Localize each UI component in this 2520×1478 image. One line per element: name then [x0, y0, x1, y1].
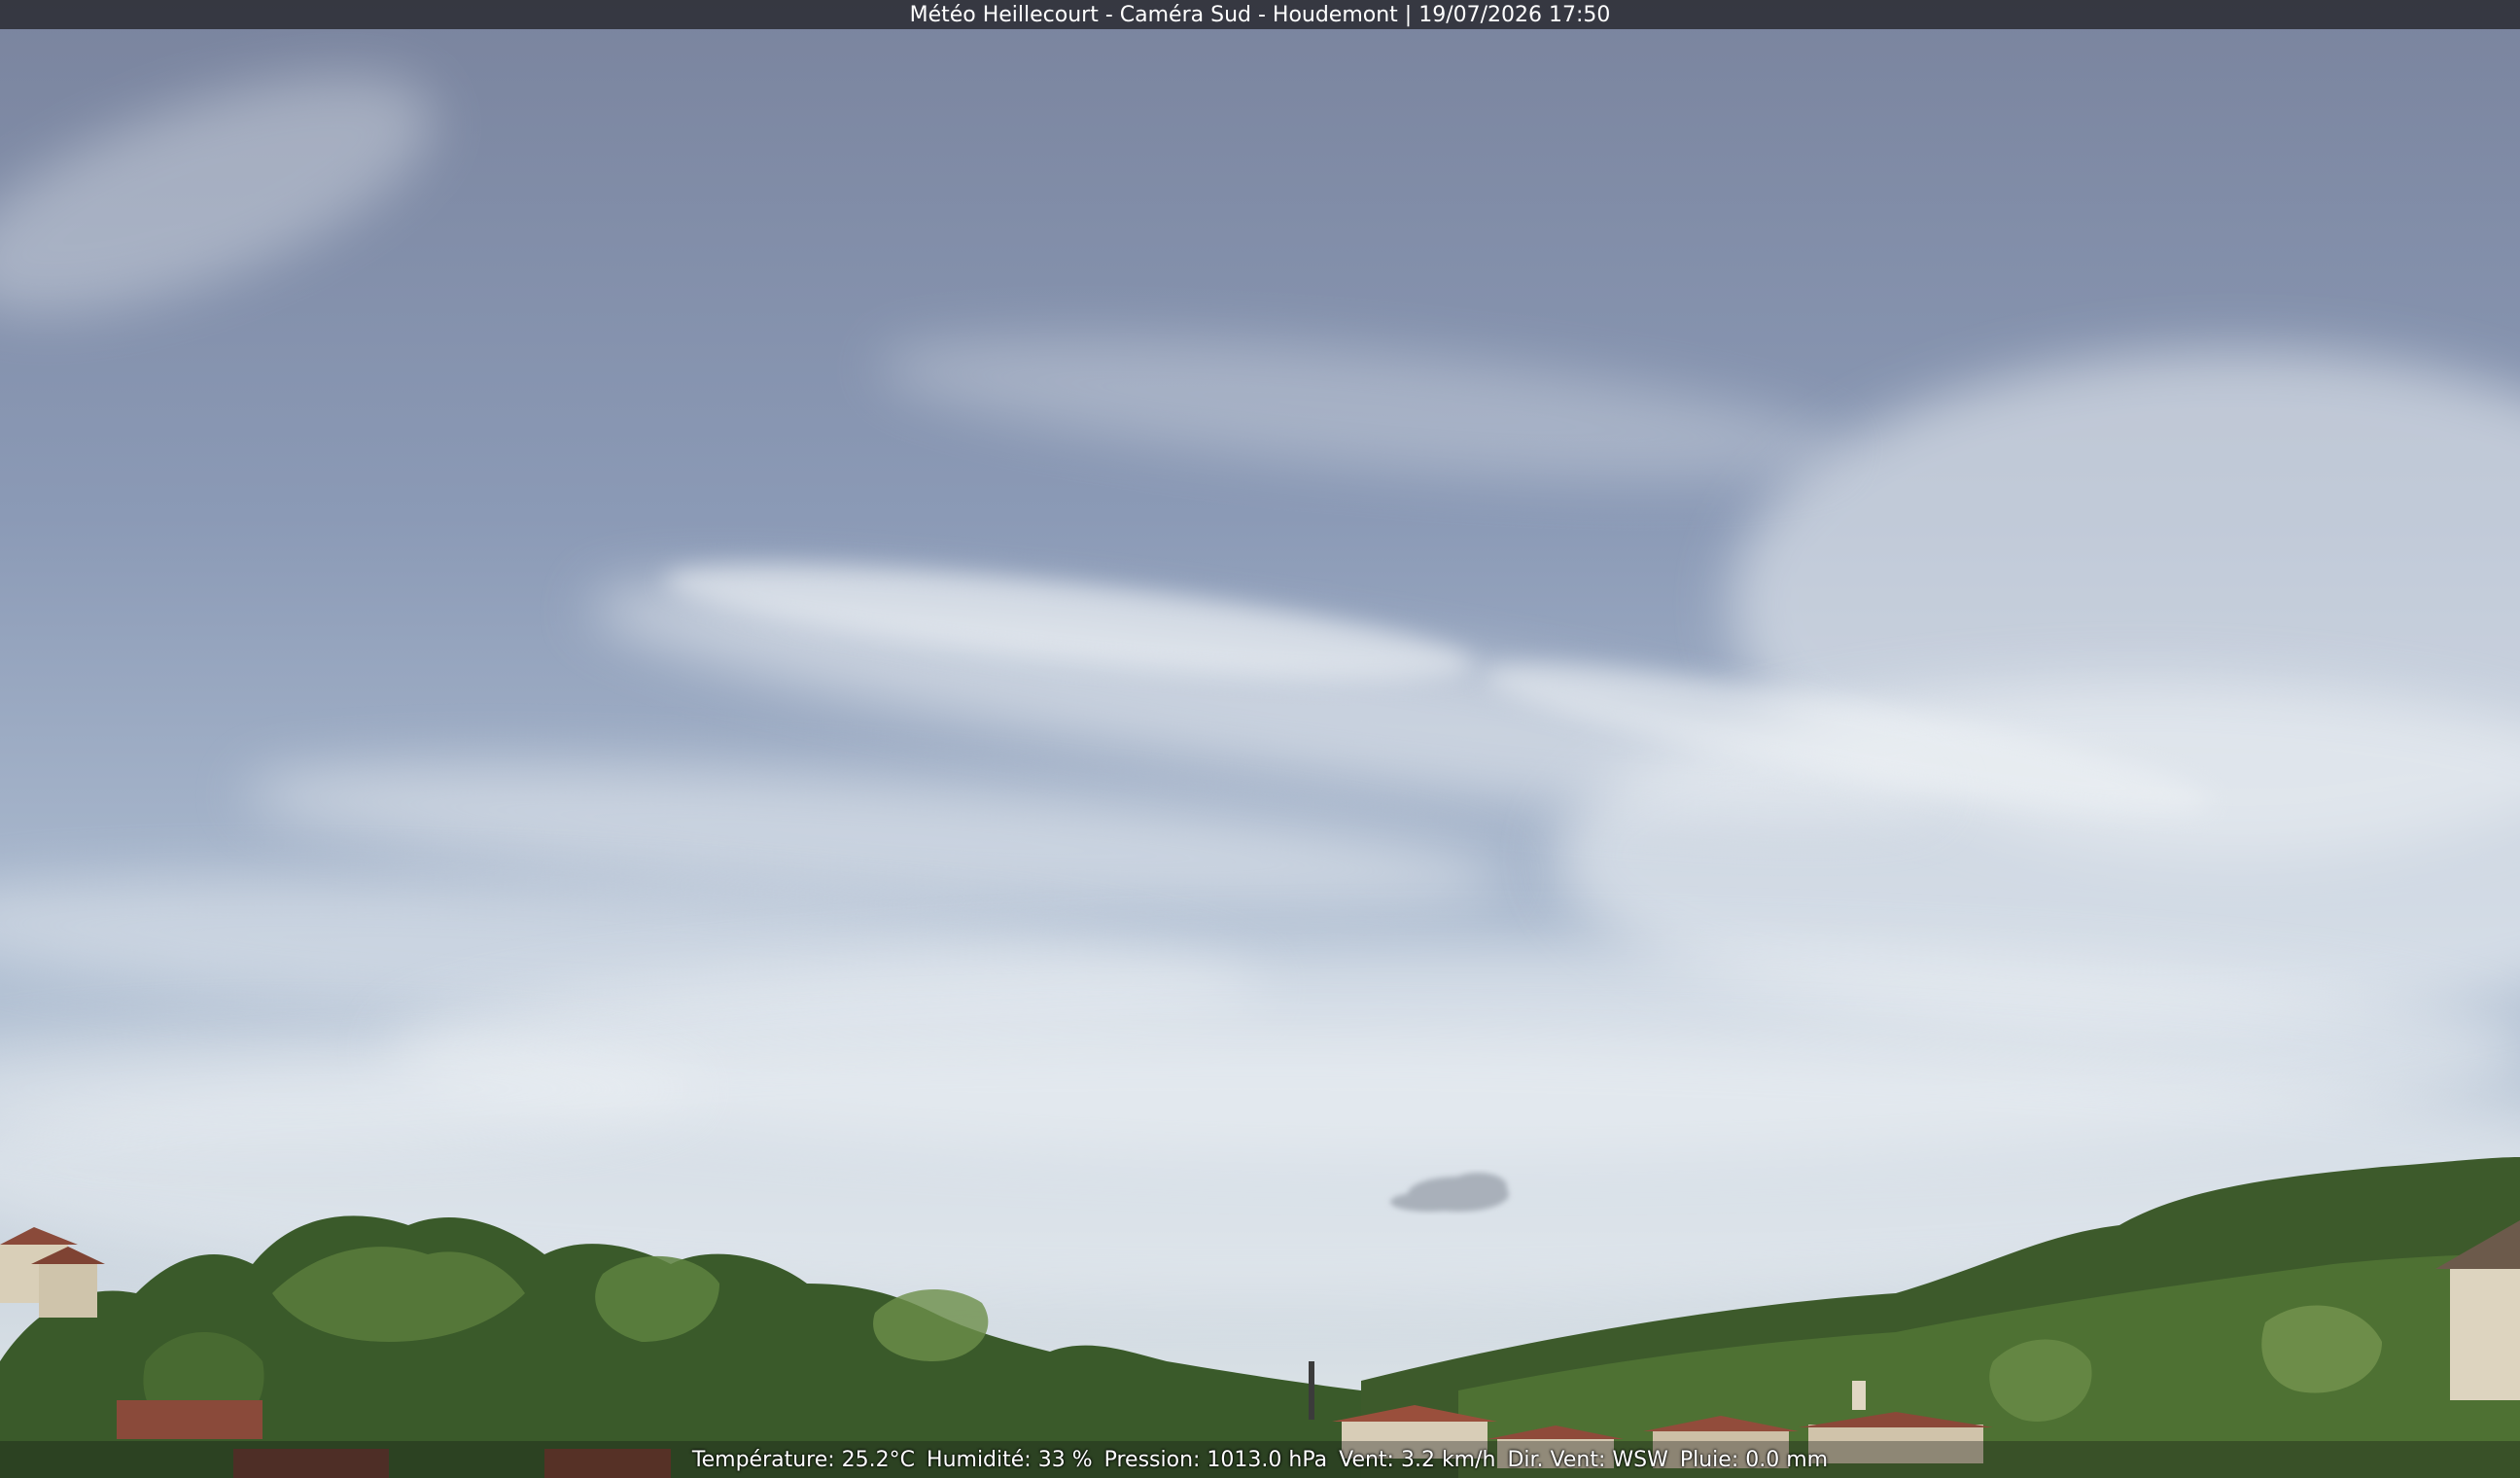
- pressure-readout: Pression: 1013.0 hPa: [1103, 1447, 1328, 1472]
- wind-direction-readout: Dir. Vent: WSW: [1507, 1447, 1668, 1472]
- camera-title: Météo Heillecourt - Caméra Sud - Houdemo…: [909, 2, 1611, 27]
- wind-speed-readout: Vent: 3.2 km/h: [1339, 1447, 1496, 1472]
- humidity-readout: Humidité: 33 %: [927, 1447, 1093, 1472]
- weather-info-bar: Température: 25.2°C Humidité: 33 % Press…: [0, 1441, 2520, 1478]
- camera-title-bar: Météo Heillecourt - Caméra Sud - Houdemo…: [0, 0, 2520, 29]
- webcam-scene: [0, 0, 2520, 1478]
- rain-readout: Pluie: 0.0 mm: [1679, 1447, 1829, 1472]
- temperature-readout: Température: 25.2°C: [691, 1447, 916, 1472]
